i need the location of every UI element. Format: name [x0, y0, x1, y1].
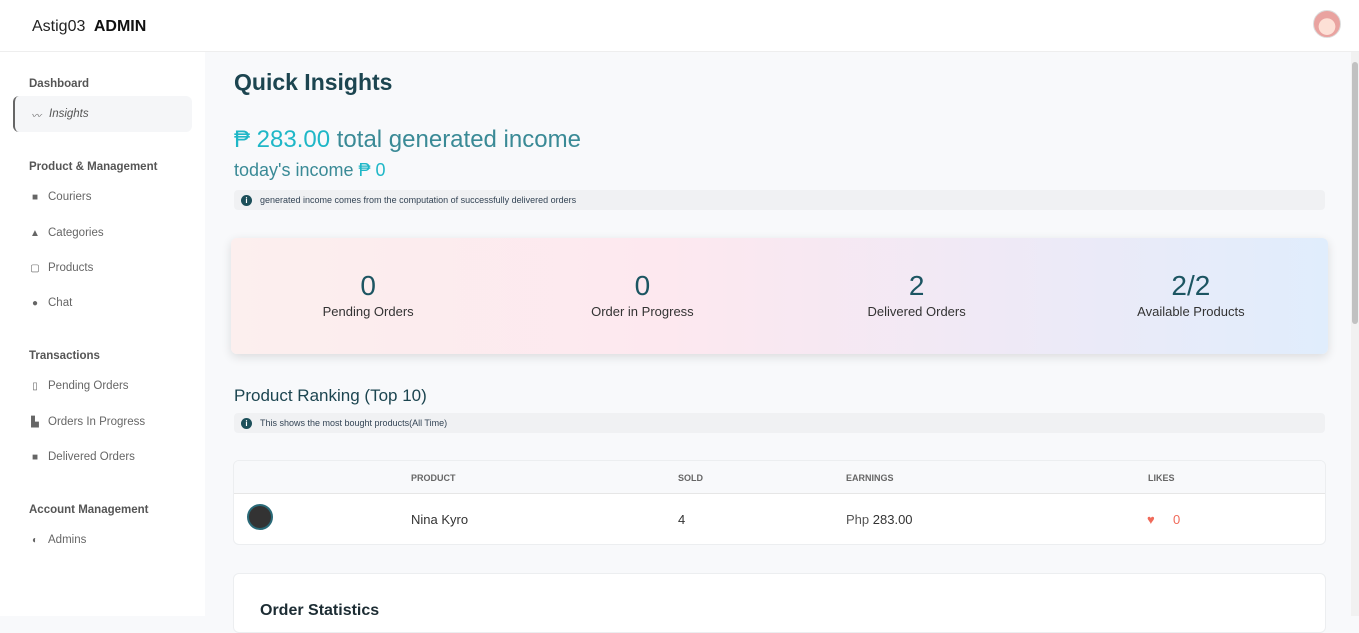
order-statistics-card: Order Statistics [233, 573, 1326, 633]
earnings-value: 283.00 [872, 512, 913, 527]
sidebar-item-pending-orders[interactable]: ▯ Pending Orders [29, 380, 129, 392]
stats-card: 0 Pending Orders 0 Order in Progress 2 Deli… [231, 238, 1328, 354]
sidebar-item-label: Insights [49, 108, 89, 120]
scrollbar-thumb[interactable] [1352, 62, 1358, 324]
sidebar-item-label: Products [48, 262, 94, 274]
top-bar: Astig03 ADMIN [0, 0, 1359, 52]
stat-label: Pending Orders [322, 304, 414, 319]
shapes-icon: ▲ [30, 227, 40, 239]
dolly-icon: ▙ [31, 416, 39, 428]
truck-icon: ■ [31, 451, 39, 463]
sidebar-item-label: Couriers [48, 191, 92, 203]
sidebar-item-delivered-orders[interactable]: ■ Delivered Orders [29, 451, 135, 463]
pulse-icon: 〰 [31, 110, 41, 122]
today-income-label: today's income [234, 160, 354, 180]
bag-icon: ▢ [30, 262, 40, 274]
currency: Php [846, 512, 870, 527]
income-note-text: generated income comes from the computat… [260, 195, 577, 205]
column-sold: SOLD [678, 473, 704, 483]
ranking-note: i This shows the most bought products(All… [234, 413, 1325, 433]
sidebar: Dashboard 〰 Insights Product & Management… [0, 52, 205, 616]
heart-icon: ♥ [1147, 512, 1155, 527]
sidebar-item-orders-in-progress[interactable]: ▙ Orders In Progress [29, 416, 145, 428]
info-icon: i [241, 194, 252, 206]
total-income-value: ₱ 283.00 [234, 126, 331, 153]
brand-admin: ADMIN [93, 18, 147, 35]
order-statistics-title: Order Statistics [260, 602, 380, 619]
section-transactions: Transactions [29, 350, 100, 362]
section-account-management: Account Management [29, 504, 149, 516]
sidebar-item-label: Chat [48, 297, 73, 309]
stat-label: Delivered Orders [867, 304, 966, 319]
product-likes: 0 [1173, 512, 1181, 527]
truck-icon: ■ [31, 191, 39, 203]
sidebar-item-label: Pending Orders [48, 380, 129, 392]
product-thumbnail [247, 504, 273, 530]
stat-pending-orders: 0 Pending Orders [231, 238, 505, 354]
sidebar-item-label: Categories [48, 227, 104, 239]
stat-value: 2/2 [1171, 270, 1211, 301]
stat-value: 0 [360, 270, 376, 301]
shield-icon: ◐ [31, 534, 39, 546]
product-earnings: Php 283.00 [846, 512, 913, 527]
ranking-title: Product Ranking (Top 10) [234, 386, 427, 405]
sidebar-item-categories[interactable]: ▲ Categories [29, 227, 104, 239]
income-note: i generated income comes from the computa… [234, 190, 1325, 210]
table-header: PRODUCT SOLD EARNINGS LIKES [234, 461, 1325, 494]
page-title: Quick Insights [234, 69, 393, 95]
ranking-note-text: This shows the most bought products(All … [260, 418, 448, 428]
sidebar-item-label: Orders In Progress [48, 416, 146, 428]
sidebar-item-insights[interactable]: 〰 Insights [13, 96, 192, 132]
stat-order-in-progress: 0 Order in Progress [505, 238, 779, 354]
column-earnings: EARNINGS [846, 473, 894, 483]
user-avatar[interactable] [1313, 10, 1341, 38]
clipboard-clock-icon: ▯ [32, 380, 38, 392]
brand-logo[interactable]: Astig03 ADMIN [32, 18, 146, 36]
brand-name: Astig03 [32, 18, 86, 35]
stat-value: 2 [908, 270, 925, 301]
chat-icon: ● [31, 297, 39, 309]
sidebar-item-products[interactable]: ▢ Products [29, 262, 93, 274]
sidebar-item-label: Delivered Orders [48, 451, 135, 463]
today-income-value: ₱ 0 [358, 160, 386, 180]
product-sold: 4 [678, 512, 686, 527]
sidebar-item-chat[interactable]: ● Chat [29, 297, 72, 309]
total-income: ₱ 283.00 total generated income [234, 126, 581, 154]
stat-available-products: 2/2 Available Products [1054, 238, 1328, 354]
column-product: PRODUCT [411, 473, 456, 483]
stat-label: Available Products [1137, 304, 1245, 319]
sidebar-item-label: Admins [48, 534, 87, 546]
info-icon: i [241, 417, 252, 429]
main-content: Quick Insights ₱ 283.00 total generated … [205, 52, 1359, 633]
section-dashboard: Dashboard [29, 78, 90, 90]
sidebar-item-couriers[interactable]: ■ Couriers [29, 191, 92, 203]
table-row[interactable]: Nina Kyro 4 Php 283.00 ♥ 0 [234, 494, 1325, 544]
product-name: Nina Kyro [411, 512, 469, 527]
stat-value: 0 [634, 270, 651, 301]
total-income-label: total generated income [336, 126, 581, 153]
sidebar-item-admins[interactable]: ◐ Admins [29, 534, 86, 546]
section-product-management: Product & Management [29, 161, 158, 173]
stat-label: Order in Progress [591, 304, 694, 319]
today-income: today's income ₱ 0 [234, 160, 386, 181]
column-likes: LIKES [1148, 473, 1175, 483]
product-ranking-table: PRODUCT SOLD EARNINGS LIKES Nina Kyro 4 … [233, 460, 1326, 545]
stat-delivered-orders: 2 Delivered Orders [780, 238, 1054, 354]
